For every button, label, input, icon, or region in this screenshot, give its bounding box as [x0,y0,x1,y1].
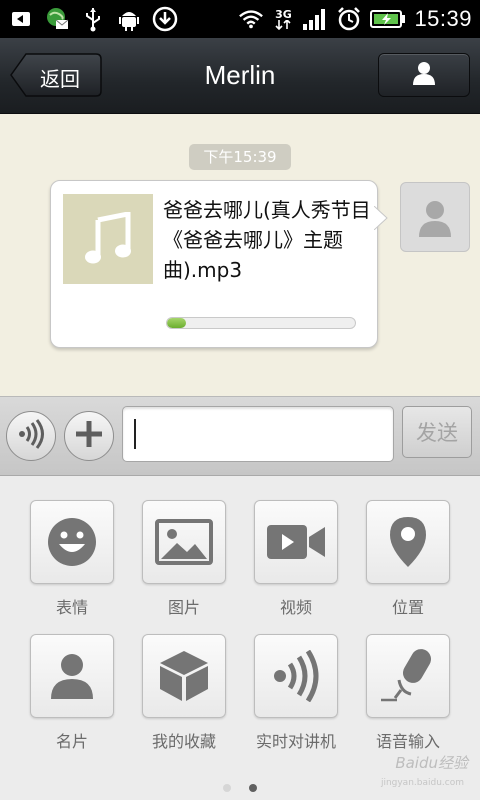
tool-label: 实时对讲机 [255,732,336,751]
back-arrow-icon [8,6,34,32]
wifi-icon [238,6,264,32]
microphone-icon [366,634,450,718]
music-message-bubble[interactable]: 爸爸去哪儿(真人秀节目《爸爸去哪儿》主题曲).mp3 [50,180,378,348]
tool-label: 视频 [279,598,312,617]
network-type-label: 3G [275,7,292,21]
chat-header: 返回 Merlin [0,38,480,114]
status-bar: 3G 15:39 [0,0,480,38]
chat-area[interactable]: 下午15:39 爸爸去哪儿(真人秀节目《爸爸去哪儿》主题曲).mp3 [0,114,480,396]
default-avatar-icon[interactable] [400,182,470,252]
progress-fill [167,318,186,328]
tool-video[interactable]: 视频 [254,500,338,618]
message-timestamp: 下午15:39 [189,144,291,170]
voice-toggle-button[interactable] [6,411,56,461]
status-time: 15:39 [414,6,472,31]
tool-favorites[interactable]: 我的收藏 [142,634,226,752]
alarm-icon [336,6,362,32]
favorites-cube-icon [142,634,226,718]
image-icon [142,500,226,584]
send-button[interactable]: 发送 [402,406,472,458]
tool-label: 表情 [55,598,88,617]
contact-profile-button[interactable] [378,53,470,97]
person-icon [410,59,438,91]
usb-icon [80,6,106,32]
network-type-indicator: 3G [272,6,294,32]
watermark: Baidu经验 [395,754,468,772]
map-mail-icon [44,6,70,32]
download-progress-bar [166,317,356,329]
tool-emoji[interactable]: 表情 [30,500,114,618]
voice-icon [16,419,46,453]
tool-label: 位置 [391,598,424,617]
tool-label: 名片 [55,732,88,751]
plus-icon [73,418,105,454]
tool-label: 我的收藏 [151,732,216,751]
music-note-icon [63,194,153,284]
page-indicator [0,784,480,792]
location-pin-icon [366,500,450,584]
tool-label: 语音输入 [375,732,440,751]
tool-walkie-talkie[interactable]: 实时对讲机 [254,634,338,752]
page-dot[interactable] [249,784,257,792]
tool-location[interactable]: 位置 [366,500,450,618]
walkie-talkie-icon [254,634,338,718]
page-dot[interactable] [223,784,231,792]
smiley-icon [30,500,114,584]
battery-charging-icon [370,6,406,32]
android-debug-icon [116,6,142,32]
message-text-input[interactable] [122,406,394,462]
tool-label: 图片 [167,598,200,617]
tool-contact-card[interactable]: 名片 [30,634,114,752]
video-camera-icon [254,500,338,584]
text-caret [134,419,136,449]
music-file-name: 爸爸去哪儿(真人秀节目《爸爸去哪儿》主题曲).mp3 [163,198,371,282]
tool-image[interactable]: 图片 [142,500,226,618]
signal-icon [302,6,328,32]
download-icon [152,6,178,32]
tool-voice-input[interactable]: 语音输入 [366,634,450,752]
contact-card-icon [30,634,114,718]
bubble-tail [374,206,388,230]
message-input-bar: 发送 [0,396,480,476]
add-attachment-button[interactable] [64,411,114,461]
